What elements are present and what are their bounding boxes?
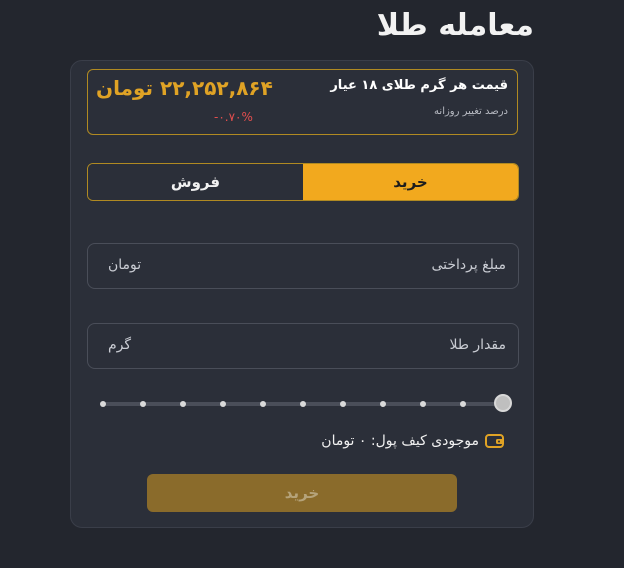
gold-amount-unit: گرم [108, 337, 132, 353]
slider-step-dot[interactable] [460, 401, 466, 407]
gold-amount-input[interactable] [158, 332, 388, 362]
gold-amount-field-label: مقدار طلا [449, 337, 506, 353]
slider-step-dot[interactable] [260, 401, 266, 407]
amount-input[interactable] [158, 252, 388, 282]
slider-step-dot[interactable] [180, 401, 186, 407]
amount-slider[interactable] [100, 394, 512, 414]
trade-type-tabs: فروش خرید [87, 163, 519, 201]
slider-step-dot[interactable] [140, 401, 146, 407]
daily-change-value: -۰.۷۰% [214, 110, 253, 124]
page-title: معامله طلا [376, 8, 534, 43]
gold-amount-field[interactable]: مقدار طلا گرم [87, 323, 519, 369]
gold-price-box: قیمت هر گرم طلای ۱۸ عیار درصد تغییر روزا… [87, 69, 518, 135]
slider-step-dot[interactable] [420, 401, 426, 407]
wallet-icon [485, 434, 504, 448]
slider-step-dot[interactable] [100, 401, 106, 407]
slider-thumb[interactable] [494, 394, 512, 412]
tab-sell[interactable]: فروش [88, 164, 303, 200]
wallet-balance-text: موجودی کیف پول: ۰ تومان [321, 433, 479, 449]
trade-card: قیمت هر گرم طلای ۱۸ عیار درصد تغییر روزا… [70, 60, 534, 528]
amount-field-label: مبلغ پرداختی [431, 257, 506, 273]
wallet-balance: موجودی کیف پول: ۰ تومان [321, 433, 505, 449]
slider-step-dot[interactable] [340, 401, 346, 407]
slider-step-dot[interactable] [380, 401, 386, 407]
slider-step-dot[interactable] [300, 401, 306, 407]
tab-buy[interactable]: خرید [303, 164, 518, 200]
amount-field[interactable]: مبلغ پرداختی تومان [87, 243, 519, 289]
slider-step-dot[interactable] [220, 401, 226, 407]
amount-unit: تومان [108, 257, 142, 273]
gold-price-label: قیمت هر گرم طلای ۱۸ عیار [330, 78, 508, 93]
buy-button[interactable]: خرید [147, 474, 457, 512]
daily-change-label: درصد تغییر روزانه [434, 106, 508, 117]
gold-price-value: ۲۲,۲۵۲,۸۶۴ تومان [96, 76, 273, 100]
